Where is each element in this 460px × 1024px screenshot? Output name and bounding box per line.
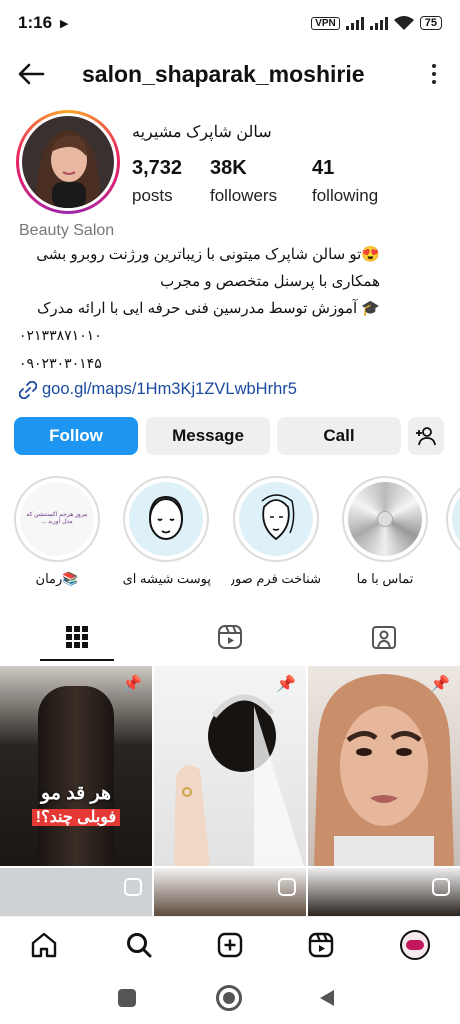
posts-value: 3,732 [132,157,183,179]
nav-profile[interactable] [397,927,433,963]
tagged-icon [372,626,396,649]
back-button[interactable] [318,988,336,1008]
followers-value: 38K [210,157,247,179]
post-caption: هر قد مو [40,783,112,804]
bio-phone[interactable]: ۰۹۰۲۳۰۳۰۱۴۵ [19,355,102,372]
home-button[interactable] [216,985,242,1011]
profile-avatar[interactable] [16,110,120,214]
posts-count[interactable]: 3,732 posts [132,157,182,206]
followers-count[interactable]: 38K followers [210,157,277,206]
circle-icon [216,985,242,1011]
story-highlight[interactable]: پوست شیشه ای ... [121,476,211,587]
grid-post[interactable] [154,868,306,916]
nav-search[interactable] [121,927,157,963]
suggest-people-button[interactable] [408,417,444,455]
grid-post[interactable]: 📌 [308,666,460,866]
reel-icon [124,878,142,896]
tab-reels[interactable] [180,612,280,662]
signal-icon [345,16,364,30]
profile-header: salon_shaparak_moshirie [0,52,460,96]
following-count[interactable]: 41 following [312,157,378,206]
metal-disc-icon [348,482,422,556]
tab-grid[interactable] [27,612,127,662]
profile-full-name: سالن شاپرک مشیریه [132,124,272,141]
battery-icon: 75 [419,16,442,30]
pin-icon: 📌 [276,676,296,693]
status-bar: 1:16 ▶ VPN 75 [0,0,460,46]
highlight-label: شناخت فرم صور... [231,571,321,586]
profile-link[interactable]: goo.gl/maps/1Hm3Kj1ZVLwbHrhr5 [19,380,297,399]
story-highlight[interactable]: بیروز هرجم اکستنشن که مدل اوربد ... 📚رما… [12,476,102,587]
nav-home[interactable] [26,927,62,963]
story-highlight-partial[interactable] [446,476,460,562]
post-caption-highlight: فوبلی چند؟! [31,809,121,826]
grid-post[interactable] [0,868,152,916]
face-shape-icon [239,482,313,556]
profile-avatar-small [400,930,430,960]
triangle-back-icon [320,990,334,1006]
avatar [22,116,114,208]
highlight-label: پوست شیشه ای ... [121,571,211,586]
highlight-label: 📚رمان [35,571,79,586]
more-options-icon[interactable] [424,64,444,84]
bottom-navigation [0,916,460,974]
grid-post[interactable]: 📌 هر قد مو فوبلی چند؟! [0,666,152,866]
nav-reels[interactable] [303,927,339,963]
pin-icon: 📌 [122,676,142,693]
search-icon [127,933,152,958]
vpn-icon: VPN [311,16,340,30]
profile-tabs [0,612,460,662]
highlight-cover: بیروز هرجم اکستنشن که مدل اوربد ... [20,482,94,556]
story-highlight[interactable]: شناخت فرم صور... [231,476,321,587]
follow-button[interactable]: Follow [14,417,138,455]
recent-apps-button[interactable] [118,989,136,1007]
face-icon [129,482,203,556]
post-caption: فوبلی چند؟! [0,807,152,827]
play-icon: ▶ [60,17,69,30]
tab-indicator [40,659,114,661]
link-icon [19,380,37,399]
status-time: 1:16 [18,13,53,32]
story-highlight[interactable]: تماس با ما [340,476,430,587]
grid-post[interactable] [308,868,460,916]
posts-label: posts [132,186,173,205]
bio-line: همکاری با پرسنل متخصص و مجرب [160,273,380,290]
reel-icon [432,878,450,896]
square-icon [118,989,136,1007]
nav-create[interactable] [212,927,248,963]
following-value: 41 [312,157,335,179]
link-text: goo.gl/maps/1Hm3Kj1ZVLwbHrhr5 [42,380,297,398]
following-label: following [312,186,379,205]
add-person-icon [416,427,436,446]
home-icon [31,932,57,958]
profile-username: salon_shaparak_moshirie [82,60,365,87]
bio-line: 😍تو سالن شاپرک میتونی با زیباترین ورژنت … [36,246,380,263]
tab-tagged[interactable] [334,612,434,662]
grid-icon [66,626,88,648]
bio-phone[interactable]: ۰۲۱۳۳۸۷۱۰۱۰ [19,327,102,344]
reels-icon [308,932,334,958]
bio-line: 🎓 آموزش توسط مدرسین فنی حرفه ایی با ارائ… [36,300,380,317]
call-button[interactable]: Call [277,417,401,455]
grid-post[interactable]: 📌 [154,666,306,866]
profile-category: Beauty Salon [19,222,115,239]
pin-icon: 📌 [430,676,450,693]
reels-icon [218,625,242,649]
system-navigation [0,974,460,1024]
wifi-icon [393,15,414,30]
signal-icon-2 [369,16,388,30]
status-icons: VPN 75 [311,15,442,31]
back-arrow-icon[interactable] [16,59,46,89]
highlight-label: تماس با ما [356,571,414,586]
message-button[interactable]: Message [146,417,270,455]
reel-icon [278,878,296,896]
followers-label: followers [210,186,278,205]
add-post-icon [217,932,243,958]
